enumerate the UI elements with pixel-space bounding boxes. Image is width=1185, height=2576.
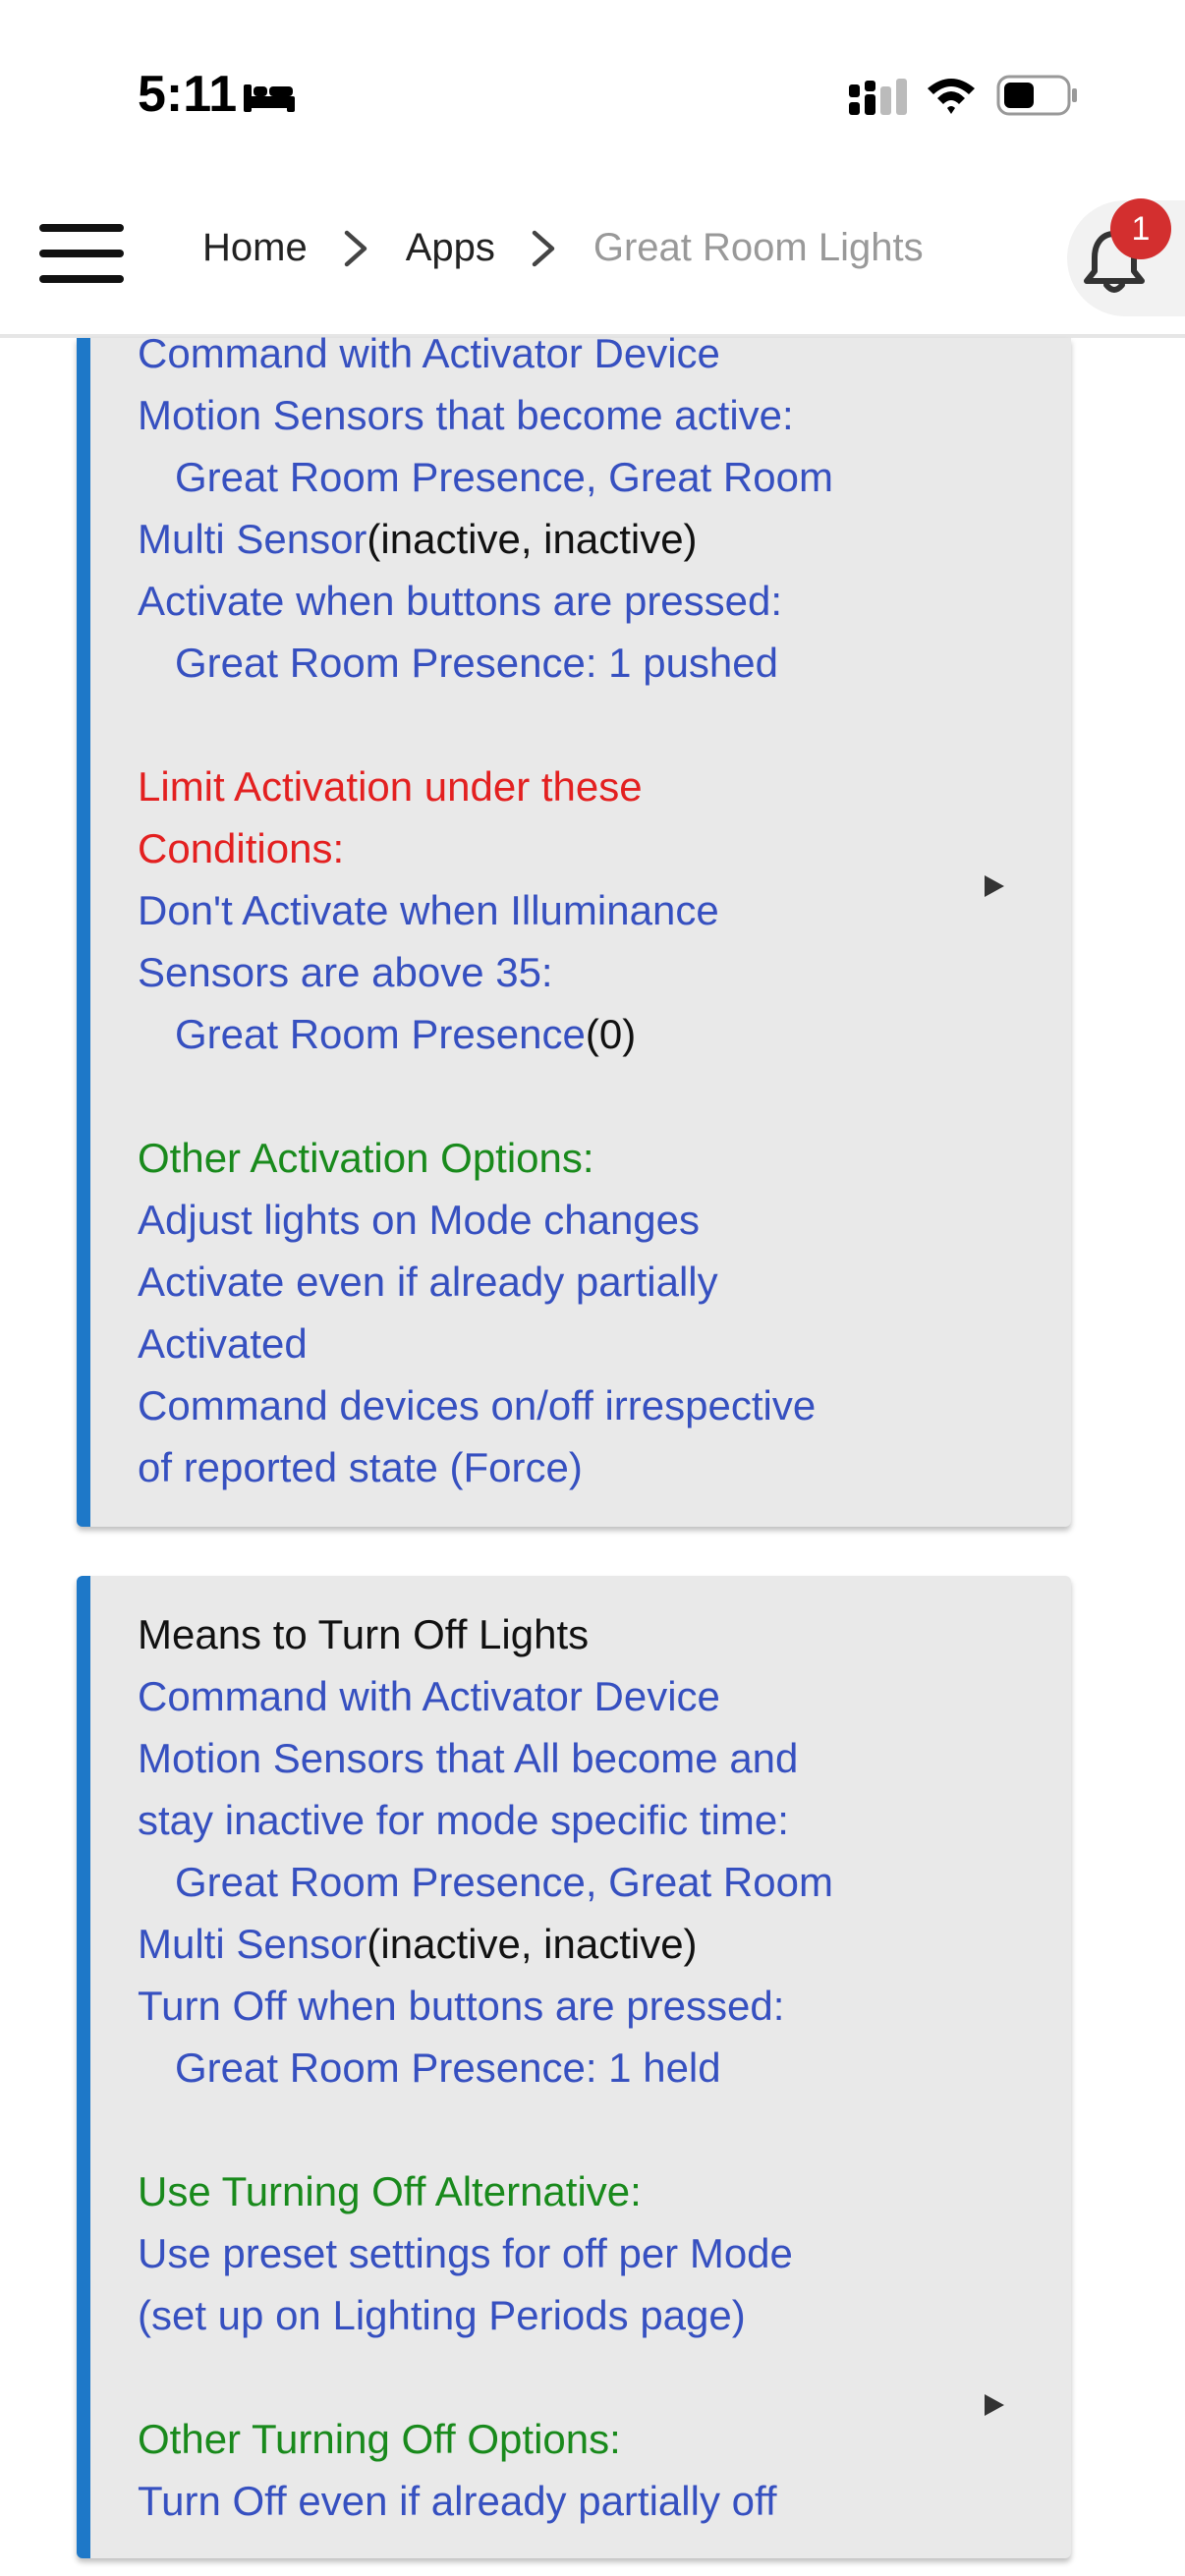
chevron-right-icon (532, 230, 555, 266)
motion-devices-text: Multi Sensor (138, 516, 367, 562)
motion-devices-text: Great Room Presence, Great Room (175, 1859, 833, 1905)
battery-icon (996, 75, 1077, 116)
illuminance-condition-text: Sensors are above 35: (138, 949, 553, 995)
status-time: 5:11 (138, 66, 238, 123)
option-force-command: of reported state (Force) (138, 1444, 583, 1490)
motion-inactive-label: stay inactive for mode specific time: (138, 1797, 789, 1843)
alternative-text: (set up on Lighting Periods page) (138, 2292, 746, 2338)
limit-activation-heading: Conditions: (138, 825, 345, 871)
option-partially-off: Turn Off even if already partially off (138, 2478, 777, 2524)
motion-devices-text: Multi Sensor (138, 1921, 367, 1967)
command-activator-text: Command with Activator Device (138, 1673, 720, 1719)
option-mode-changes: Adjust lights on Mode changes (138, 1197, 701, 1243)
card-title: Means to Turn Off Lights (138, 1611, 590, 1657)
sleep-mode-icon (244, 84, 295, 112)
illuminance-device-line: Great Room Presence(0) (138, 1003, 636, 1065)
expand-arrow-icon[interactable] (985, 2394, 1004, 2416)
other-turning-off-heading: Other Turning Off Options: (138, 2416, 621, 2462)
motion-inactive-label: Motion Sensors that All become and (138, 1735, 799, 1781)
illuminance-device-text: Great Room Presence (175, 1011, 586, 1057)
option-force-command: Command devices on/off irrespective (138, 1382, 817, 1428)
main-content: Command with Activator Device Motion Sen… (29, 330, 1156, 2576)
option-partially-activated: Activated (138, 1320, 308, 1367)
expand-arrow-icon[interactable] (985, 875, 1004, 897)
motion-devices-text: Great Room Presence, Great Room (175, 454, 833, 500)
turning-off-alternative-heading: Use Turning Off Alternative: (138, 2168, 642, 2214)
wifi-icon (928, 79, 975, 114)
activation-summary-card[interactable]: Command with Activator Device Motion Sen… (77, 330, 1071, 1527)
illuminance-value-text: (0) (585, 1011, 637, 1057)
top-app-bar: Home Apps Great Room Lights 1 (0, 196, 1185, 338)
motion-devices-line: Multi Sensor(inactive, inactive) (138, 1913, 698, 1975)
hamburger-menu-icon[interactable] (39, 224, 124, 287)
buttons-value: Great Room Presence: 1 pushed (175, 640, 779, 686)
turn-off-summary-card[interactable]: Means to Turn Off Lights Command with Ac… (77, 1576, 1071, 2558)
command-activator-text: Command with Activator Device (138, 330, 720, 376)
breadcrumb-home[interactable]: Home (202, 226, 308, 270)
motion-active-label: Motion Sensors that become active: (138, 392, 794, 438)
cellular-signal-icon (849, 79, 907, 115)
motion-devices-line: Multi Sensor(inactive, inactive) (138, 508, 698, 570)
illuminance-condition-text: Don't Activate when Illuminance (138, 887, 719, 933)
breadcrumb: Home Apps Great Room Lights (202, 226, 924, 270)
other-activation-heading: Other Activation Options: (138, 1135, 594, 1181)
content-panel: Command with Activator Device Motion Sen… (29, 330, 1156, 2576)
breadcrumb-apps[interactable]: Apps (406, 226, 495, 270)
limit-activation-heading: Limit Activation under these (138, 763, 643, 810)
notification-count-badge: 1 (1110, 198, 1171, 259)
option-partially-activated: Activate even if already partially (138, 1259, 718, 1305)
motion-states-text: (inactive, inactive) (367, 516, 698, 562)
buttons-label: Turn Off when buttons are pressed: (138, 1983, 785, 2029)
status-bar: 5:11 (0, 0, 1185, 196)
chevron-right-icon (344, 230, 367, 266)
buttons-label: Activate when buttons are pressed: (138, 578, 783, 624)
motion-states-text: (inactive, inactive) (367, 1921, 698, 1967)
alternative-text: Use preset settings for off per Mode (138, 2230, 793, 2276)
buttons-value: Great Room Presence: 1 held (175, 2044, 721, 2091)
breadcrumb-current-page: Great Room Lights (592, 226, 924, 269)
